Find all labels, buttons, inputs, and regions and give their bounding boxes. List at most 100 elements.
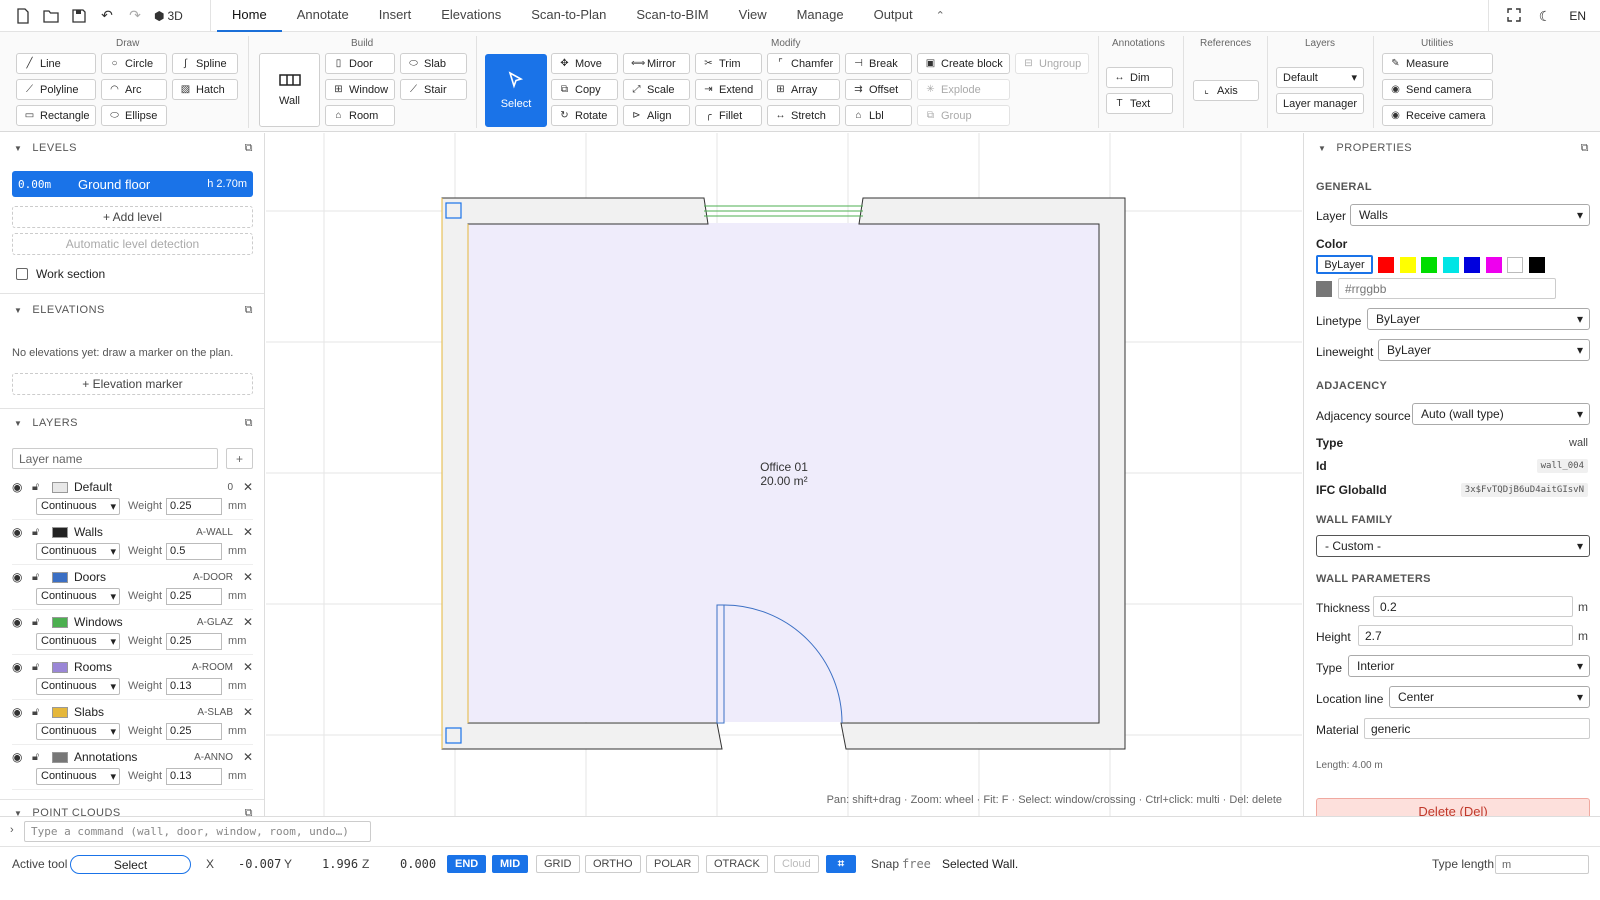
auto-level-detection-button[interactable]: Automatic level detection [12, 233, 253, 255]
popout-icon[interactable]: ⧉ [245, 142, 253, 155]
eye-icon[interactable]: ◉ [12, 570, 32, 584]
move-button[interactable]: ✥ Move [551, 53, 618, 74]
rectangle-button[interactable]: ▭ Rectangle [16, 105, 96, 126]
end-snap-toggle[interactable]: END [447, 855, 487, 873]
drawing-canvas[interactable]: Office 01 20.00 m² Pan: shift+drag · Zoo… [266, 133, 1302, 816]
thickness-input[interactable]: 0.2 [1373, 596, 1573, 617]
offset-button[interactable]: ⇉ Offset [845, 79, 912, 100]
delete-layer-icon[interactable]: ✕ [243, 480, 253, 494]
popout-icon[interactable]: ⧉ [1581, 142, 1589, 155]
command-input[interactable]: Type a command (wall, door, window, room… [24, 821, 371, 842]
group-button[interactable]: ⧉ Group [917, 105, 1010, 126]
floor-plan[interactable]: Office 01 20.00 m² [266, 133, 1302, 816]
levels-header[interactable]: ▼ LEVELS ⧉ [0, 135, 264, 161]
elevations-header[interactable]: ▼ ELEVATIONS ⧉ [0, 297, 264, 323]
color-swatch[interactable] [1378, 257, 1394, 273]
wall-button[interactable]: Wall [259, 53, 320, 127]
delete-layer-icon[interactable]: ✕ [243, 750, 253, 764]
slab-button[interactable]: ⬭ Slab [400, 53, 467, 74]
line-button[interactable]: ╱ Line [16, 53, 96, 74]
layer-color-swatch[interactable] [52, 751, 68, 763]
linetype-select[interactable]: Continuous ▾ [36, 722, 120, 740]
layer-color-swatch[interactable] [52, 616, 68, 628]
weight-input[interactable]: 0.13 [166, 677, 223, 695]
lock-icon[interactable]: 🔓︎ [32, 661, 50, 674]
layer-row[interactable]: ◉ 🔓︎ Annotations A-ANNO ✕ Continuous ▾ Weight 0.… [12, 746, 253, 790]
popout-icon[interactable]: ⧉ [245, 417, 253, 430]
tab-manage[interactable]: Manage [782, 0, 859, 32]
weight-input[interactable]: 0.25 [166, 587, 223, 605]
hex-color-input[interactable]: #rrggbb [1338, 278, 1556, 299]
add-level-button[interactable]: + Add level [12, 206, 253, 228]
tab-insert[interactable]: Insert [364, 0, 427, 32]
layer-row[interactable]: ◉ 🔓︎ Walls A-WALL ✕ Continuous ▾ Weight 0.5 mm [12, 521, 253, 565]
color-swatch[interactable] [1464, 257, 1480, 273]
mirror-button[interactable]: ⟺ Mirror [623, 53, 690, 74]
open-folder-icon[interactable] [42, 7, 60, 25]
align-button[interactable]: ⊳ Align [623, 105, 690, 126]
dim-button[interactable]: ↔ Dim [1106, 67, 1173, 88]
collapse-ribbon-icon[interactable]: ⌃ [928, 9, 953, 22]
ungroup-button[interactable]: ⊟ Ungroup [1015, 53, 1089, 74]
explode-button[interactable]: ✳ Explode [917, 79, 1010, 100]
linetype-select[interactable]: Continuous ▾ [36, 632, 120, 650]
delete-layer-icon[interactable]: ✕ [243, 525, 253, 539]
door-button[interactable]: ▯ Door [325, 53, 395, 74]
layer-color-swatch[interactable] [52, 526, 68, 538]
add-elevation-marker-button[interactable]: + Elevation marker [12, 373, 253, 395]
layer-row[interactable]: ◉ 🔓︎ Slabs A-SLAB ✕ Continuous ▾ Weight 0.25 mm [12, 701, 253, 745]
stretch-button[interactable]: ↔ Stretch [767, 105, 840, 126]
linetype-select[interactable]: Continuous ▾ [36, 542, 120, 560]
stair-button[interactable]: ⟋ Stair [400, 79, 467, 100]
new-file-icon[interactable] [14, 7, 32, 25]
weight-input[interactable]: 0.25 [166, 497, 223, 515]
material-input[interactable]: generic [1364, 718, 1590, 739]
layer-row[interactable]: ◉ 🔓︎ Doors A-DOOR ✕ Continuous ▾ Weight 0.25 mm [12, 566, 253, 610]
grid-toggle[interactable]: GRID [536, 855, 580, 873]
delete-layer-icon[interactable]: ✕ [243, 570, 253, 584]
layers-header[interactable]: ▼ LAYERS ⧉ [0, 410, 264, 436]
tab-output[interactable]: Output [859, 0, 928, 32]
tab-annotate[interactable]: Annotate [282, 0, 364, 32]
ortho-toggle[interactable]: ORTHO [585, 855, 641, 873]
linetype-select[interactable]: ByLayer ▾ [1367, 308, 1590, 330]
layer-row[interactable]: ◉ 🔓︎ Rooms A-ROOM ✕ Continuous ▾ Weight 0.13 mm [12, 656, 253, 700]
layer-dropdown[interactable]: Default ▾ [1276, 67, 1364, 88]
layer-color-swatch[interactable] [52, 706, 68, 718]
color-swatch[interactable] [1528, 257, 1545, 273]
lock-icon[interactable]: 🔓︎ [32, 526, 50, 539]
wall-type-select[interactable]: Interior ▾ [1348, 655, 1590, 677]
color-swatch[interactable] [1421, 257, 1437, 273]
layer-manager-button[interactable]: Layer manager [1276, 93, 1364, 114]
tab-view[interactable]: View [724, 0, 782, 32]
delete-layer-icon[interactable]: ✕ [243, 615, 253, 629]
scale-button[interactable]: ⤢ Scale [623, 79, 690, 100]
chamfer-button[interactable]: ⌜ Chamfer [767, 53, 840, 74]
polyline-button[interactable]: ⟋ Polyline [16, 79, 96, 100]
eye-icon[interactable]: ◉ [12, 525, 32, 539]
create-block-button[interactable]: ▣ Create block [917, 53, 1010, 74]
adjacency-source-select[interactable]: Auto (wall type) ▾ [1412, 403, 1590, 425]
spline-button[interactable]: ∫ Spline [172, 53, 238, 74]
layer-color-swatch[interactable] [52, 481, 68, 493]
label-button[interactable]: ⌂ Lbl [845, 105, 912, 126]
select-button[interactable]: Select [485, 54, 547, 127]
linetype-select[interactable]: Continuous ▾ [36, 767, 120, 785]
lock-icon[interactable]: 🔓︎ [32, 616, 50, 629]
color-swatch[interactable] [1442, 257, 1459, 273]
tab-home[interactable]: Home [217, 0, 282, 32]
add-layer-button[interactable]: + [226, 448, 253, 469]
color-swatch[interactable] [1399, 257, 1416, 273]
lock-icon[interactable]: 🔓︎ [32, 571, 50, 584]
array-button[interactable]: ⊞ Array [767, 79, 840, 100]
properties-header[interactable]: ▼ PROPERTIES ⧉ [1304, 135, 1600, 161]
undo-icon[interactable]: ↶ [98, 7, 116, 25]
axis-button[interactable]: ⌞ Axis [1193, 80, 1259, 101]
eye-icon[interactable]: ◉ [12, 750, 32, 764]
lock-icon[interactable]: 🔓︎ [32, 706, 50, 719]
active-tool-field[interactable]: Select [70, 855, 191, 874]
layer-row[interactable]: ◉ 🔓︎ Default 0 ✕ Continuous ▾ Weight 0.25 mm [12, 476, 253, 520]
bylayer-color-button[interactable]: ByLayer [1316, 255, 1373, 274]
color-swatch[interactable] [1485, 257, 1502, 273]
arc-button[interactable]: ◠ Arc [101, 79, 167, 100]
